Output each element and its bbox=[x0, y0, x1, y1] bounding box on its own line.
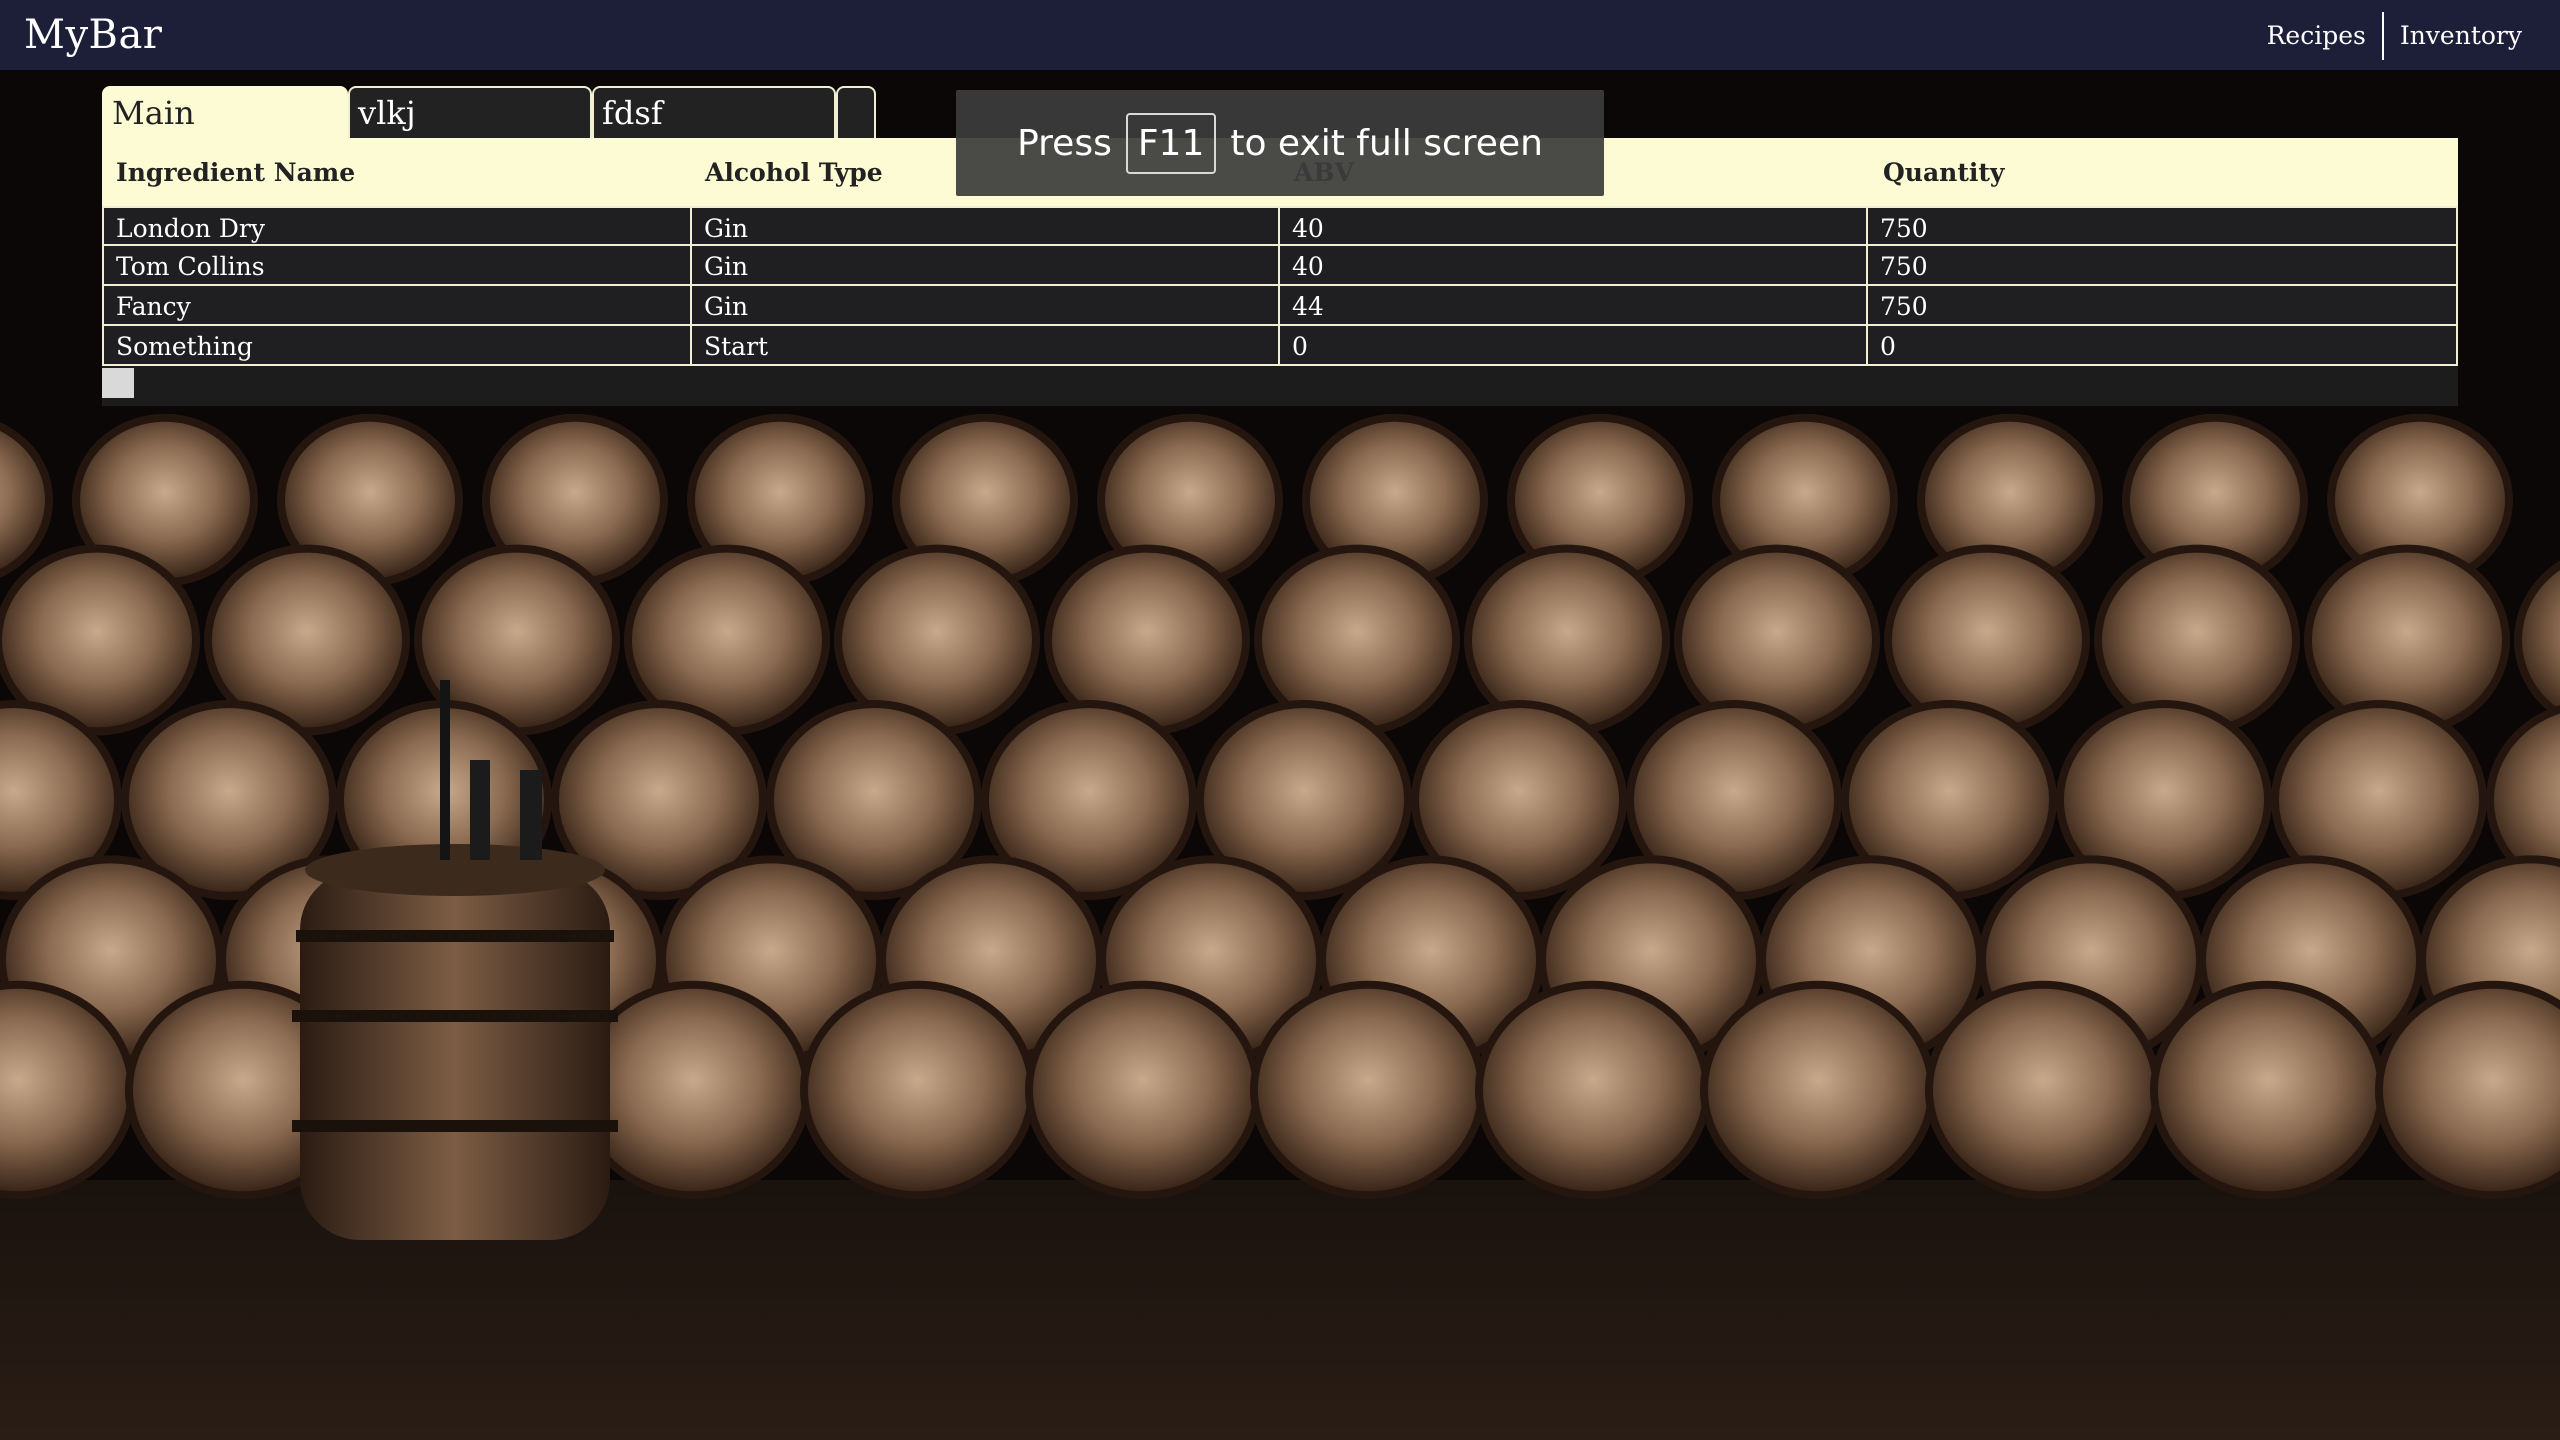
quantity-cell[interactable]: 750 bbox=[1868, 208, 2456, 246]
table-body: London Dry Gin 40 750 Tom Collins Gin 40… bbox=[102, 206, 2458, 366]
barrel-face bbox=[1933, 988, 2153, 1192]
barrel-face bbox=[1682, 552, 1872, 728]
quantity-cell[interactable]: 750 bbox=[1868, 246, 2456, 284]
f11-key-badge: F11 bbox=[1125, 112, 1217, 174]
nav-recipes-link[interactable]: Recipes bbox=[2251, 12, 2382, 60]
barrel-face bbox=[1033, 988, 1253, 1192]
barrel-face bbox=[1708, 988, 1928, 1192]
table-row[interactable]: Fancy Gin 44 750 bbox=[102, 286, 2458, 326]
table-row[interactable]: Something Start 0 0 bbox=[102, 326, 2458, 366]
tab-main[interactable]: Main bbox=[102, 86, 348, 138]
ingredient-name-cell[interactable]: Something bbox=[104, 326, 692, 364]
alcohol-type-cell[interactable]: Start bbox=[692, 326, 1280, 364]
barrel-face bbox=[1472, 552, 1662, 728]
app-title[interactable]: MyBar bbox=[24, 12, 162, 58]
abv-cell[interactable]: 0 bbox=[1280, 326, 1868, 364]
fullscreen-exit-toast: Press F11 to exit full screen bbox=[956, 90, 1604, 196]
alcohol-type-cell[interactable]: Gin bbox=[692, 246, 1280, 284]
column-header-ingredient-name[interactable]: Ingredient Name bbox=[102, 138, 691, 206]
toast-rest-text: to exit full screen bbox=[1230, 122, 1543, 164]
table-row[interactable]: London Dry Gin 40 750 bbox=[102, 206, 2458, 246]
horizontal-scrollbar-thumb[interactable] bbox=[102, 368, 134, 398]
toast-press-text: Press bbox=[1017, 122, 1112, 164]
barrel-face bbox=[1258, 988, 1478, 1192]
barrel-face bbox=[2158, 988, 2378, 1192]
abv-cell[interactable]: 44 bbox=[1280, 286, 1868, 324]
abv-cell[interactable]: 40 bbox=[1280, 246, 1868, 284]
tab-fdsf[interactable]: fdsf bbox=[592, 86, 836, 138]
alcohol-type-cell[interactable]: Gin bbox=[692, 286, 1280, 324]
barrel-face bbox=[1483, 988, 1703, 1192]
column-header-quantity[interactable]: Quantity bbox=[1869, 138, 2458, 206]
tab-vlkj[interactable]: vlkj bbox=[348, 86, 592, 138]
nav-inventory-link[interactable]: Inventory bbox=[2384, 12, 2538, 60]
barrel-face bbox=[2102, 552, 2292, 728]
ingredient-name-cell[interactable]: Tom Collins bbox=[104, 246, 692, 284]
table-row[interactable]: Tom Collins Gin 40 750 bbox=[102, 246, 2458, 286]
quantity-cell[interactable]: 0 bbox=[1868, 326, 2456, 364]
ingredient-name-cell[interactable]: London Dry bbox=[104, 208, 692, 246]
barrel-face bbox=[1892, 552, 2082, 728]
tab-add[interactable] bbox=[836, 86, 876, 138]
barrel-face bbox=[2312, 552, 2502, 728]
inventory-tabs: Main vlkj fdsf bbox=[102, 86, 876, 138]
quantity-cell[interactable]: 750 bbox=[1868, 286, 2456, 324]
abv-cell[interactable]: 40 bbox=[1280, 208, 1868, 246]
alcohol-type-cell[interactable]: Gin bbox=[692, 208, 1280, 246]
barrel-face bbox=[808, 988, 1028, 1192]
main-nav: Recipes Inventory bbox=[2251, 12, 2538, 60]
top-bar: MyBar Recipes Inventory bbox=[0, 0, 2560, 70]
ingredient-name-cell[interactable]: Fancy bbox=[104, 286, 692, 324]
